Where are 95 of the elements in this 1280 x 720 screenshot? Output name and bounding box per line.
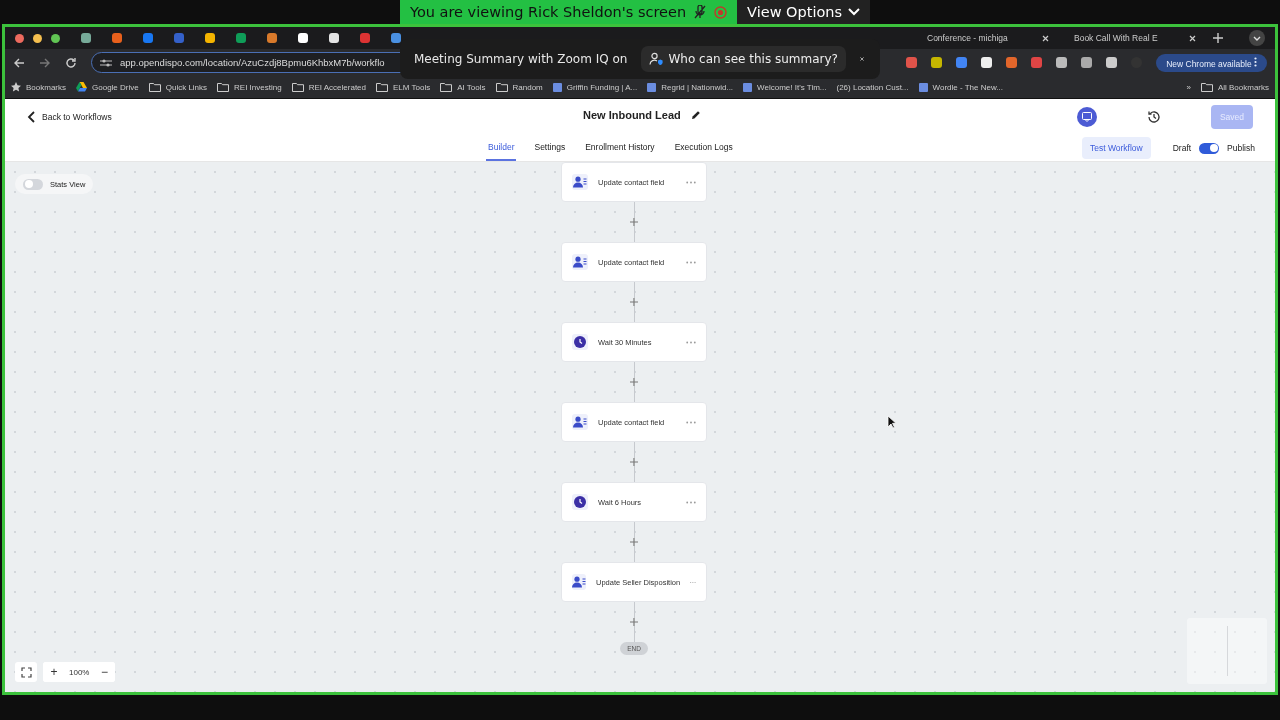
contact-icon <box>573 176 587 188</box>
bookmark-item[interactable]: ELM Tools <box>376 82 431 92</box>
test-workflow-button[interactable]: Test Workflow <box>1081 137 1151 159</box>
add-step-icon[interactable] <box>630 298 638 306</box>
mouse-cursor-icon <box>887 415 897 429</box>
folder-icon <box>217 82 230 92</box>
workflow-title: New Inbound Lead <box>583 109 681 121</box>
forward-icon[interactable] <box>39 56 51 69</box>
publish-toggle[interactable] <box>1199 142 1220 154</box>
minimize-window-icon[interactable] <box>33 33 42 43</box>
more-options-icon[interactable] <box>686 340 696 344</box>
close-tab-icon[interactable] <box>1189 34 1196 42</box>
history-icon[interactable] <box>1147 110 1161 124</box>
reload-icon[interactable] <box>65 56 77 69</box>
folder-icon <box>148 82 161 92</box>
reading-list-icon[interactable] <box>1081 57 1093 68</box>
mic-muted-icon <box>694 5 707 19</box>
extension-icon[interactable] <box>931 57 943 68</box>
more-options-icon[interactable] <box>686 420 696 424</box>
add-step-icon[interactable] <box>630 378 638 386</box>
browser-tab[interactable]: Book Call With Real E <box>1066 33 1204 43</box>
add-step-icon[interactable] <box>630 618 638 626</box>
clock-icon <box>574 336 586 348</box>
favicon-icon <box>918 82 928 92</box>
star-icon <box>11 82 21 92</box>
caret-icon <box>848 8 861 16</box>
pinned-tab-icon[interactable] <box>329 33 339 43</box>
favicon-icon <box>647 82 657 92</box>
bookmark-item[interactable]: Welcome! It's Tim... <box>743 82 827 92</box>
back-link[interactable]: Back to Workflows <box>27 111 112 123</box>
chevron-left-icon <box>27 111 35 123</box>
extension-icon[interactable] <box>1056 57 1068 68</box>
all-bookmarks-button[interactable]: All Bookmarks <box>1200 82 1269 92</box>
bookmark-item[interactable]: REI Accelerated <box>291 82 366 92</box>
tab-search-icon[interactable] <box>1249 30 1265 46</box>
more-options-icon[interactable] <box>686 260 696 264</box>
folder-icon <box>376 82 388 92</box>
extension-icon[interactable] <box>981 57 993 68</box>
contact-icon <box>573 416 587 428</box>
add-step-icon[interactable] <box>630 218 638 226</box>
triangle-logo-icon <box>76 82 87 92</box>
contact-icon <box>573 256 587 268</box>
favicon-icon <box>552 82 562 92</box>
bookmark-item[interactable]: Wordle - The New... <box>918 82 1003 92</box>
maximize-window-icon[interactable] <box>51 33 60 43</box>
bookmark-item[interactable]: REI Investing <box>217 82 282 92</box>
close-icon[interactable] <box>860 54 864 64</box>
add-step-icon[interactable] <box>630 458 638 466</box>
more-options-icon[interactable] <box>686 180 696 184</box>
pinned-tab-icon[interactable] <box>298 33 308 43</box>
fit-view-button[interactable] <box>15 662 37 682</box>
update-chrome-button[interactable]: New Chrome available <box>1156 53 1267 72</box>
bookmark-item[interactable]: Bookmarks <box>11 82 66 92</box>
publish-label: Publish <box>1227 143 1255 153</box>
view-options-button[interactable]: View Options <box>737 0 871 24</box>
bookmark-item[interactable]: Random <box>495 82 543 92</box>
pinned-tab-icon[interactable] <box>205 33 215 43</box>
close-window-icon[interactable] <box>15 33 24 43</box>
workflow-tab[interactable]: Enrollment History <box>583 135 657 161</box>
clock-icon <box>574 496 586 508</box>
bookmark-item[interactable]: (26) Location Cust... <box>836 82 909 92</box>
chat-icon[interactable] <box>1077 107 1097 127</box>
folder-icon <box>291 82 304 92</box>
workflow-tab[interactable]: Execution Logs <box>672 135 735 161</box>
pinned-tab-icon[interactable] <box>81 33 91 43</box>
draft-label: Draft <box>1172 143 1192 153</box>
bookmark-item[interactable]: Quick Links <box>148 82 208 92</box>
new-tab-icon[interactable] <box>1213 33 1223 43</box>
side-panel-icon[interactable] <box>1106 57 1118 68</box>
pencil-icon[interactable] <box>690 110 701 120</box>
folder-icon <box>1200 82 1213 92</box>
more-bookmarks-button[interactable]: » <box>1186 82 1191 92</box>
favicon-icon <box>743 82 753 92</box>
folder-icon <box>495 82 508 92</box>
record-icon <box>714 5 728 19</box>
bookmark-item[interactable]: Google Drive <box>76 82 139 92</box>
bookmark-item[interactable]: Griffin Funding | A... <box>552 82 638 92</box>
kebab-menu-icon <box>1254 56 1257 67</box>
share-banner-text: You are viewing Rick Sheldon's screen <box>409 4 687 20</box>
back-icon[interactable] <box>13 56 25 69</box>
bookmark-item[interactable]: Regrid | Nationwid... <box>647 82 734 92</box>
person-shield-icon <box>649 52 664 66</box>
bookmark-item[interactable]: AI Tools <box>440 82 486 92</box>
close-tab-icon[interactable] <box>1042 34 1049 42</box>
contact-icon <box>572 576 586 588</box>
workflow-tab[interactable]: Settings <box>532 135 568 161</box>
site-settings-icon[interactable] <box>100 57 112 68</box>
who-can-see-button[interactable]: Who can see this summary? <box>641 46 846 72</box>
zoom-level: 100% <box>68 667 91 677</box>
expand-icon <box>20 666 32 678</box>
stats-view-toggle[interactable] <box>23 178 43 190</box>
more-options-icon[interactable] <box>686 500 696 504</box>
browser-tab[interactable]: Conference - michiga <box>919 33 1057 43</box>
folder-icon <box>440 82 453 92</box>
add-step-icon[interactable] <box>630 538 638 546</box>
